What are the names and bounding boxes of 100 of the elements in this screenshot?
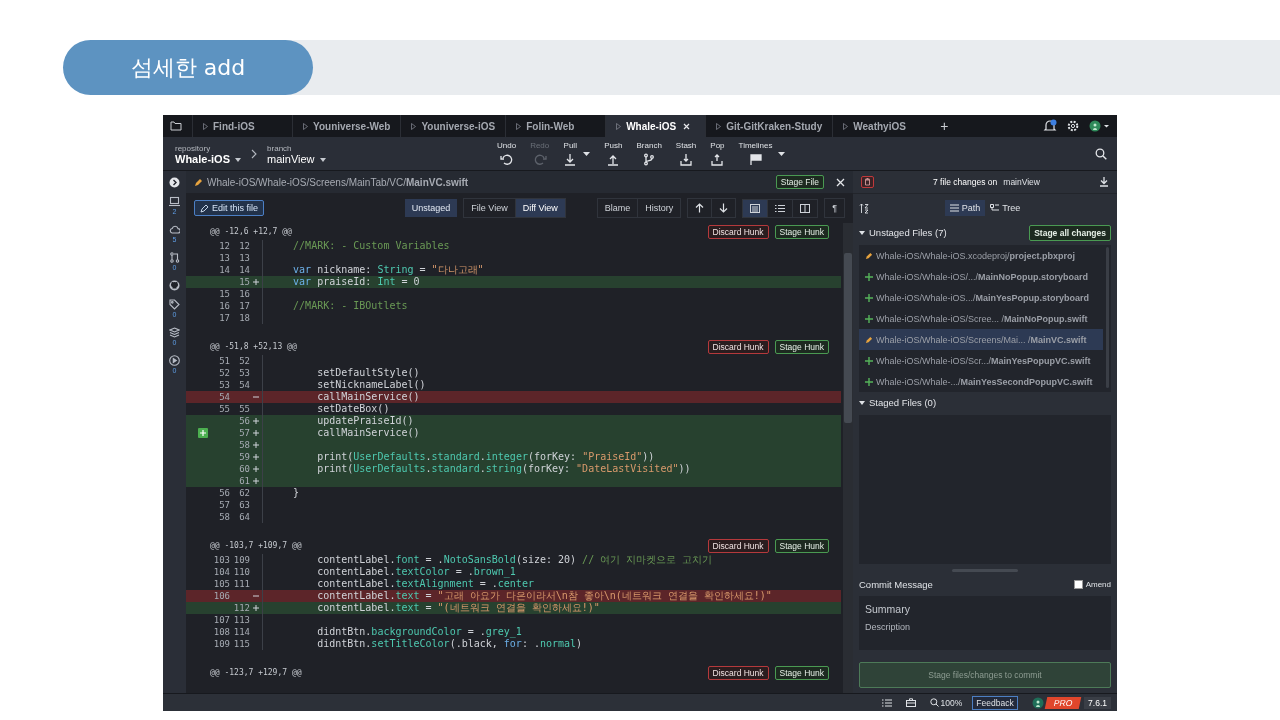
discard-hunk-button[interactable]: Discard Hunk [707, 339, 769, 354]
code-line: //MARK: - IBOutlets [292, 300, 408, 311]
new-line-number: 64 [239, 512, 250, 522]
trash-icon[interactable] [861, 176, 874, 188]
new-line-number: 16 [239, 289, 250, 299]
new-line-number: 61 [239, 476, 250, 486]
old-line-number: 53 [219, 380, 230, 390]
file-item[interactable]: Whale-iOS/Whale-iOS/Scree... /MainNoPopup.swift [859, 308, 1103, 329]
stage-file-button[interactable]: Stage File [775, 175, 824, 189]
summary-field[interactable]: Summary [865, 602, 1105, 616]
file-item[interactable]: Whale-iOS/Whale-.../MainYesSecondPopupVC.swift [859, 371, 1103, 392]
toolbar-button[interactable]: Branch [632, 141, 666, 166]
undo-icon [499, 153, 514, 166]
pull-request-icon[interactable] [169, 252, 180, 263]
file-item[interactable]: Whale-iOS/Whale-iOS.xcodeproj/project.pbxproj [859, 245, 1103, 266]
discard-hunk-button[interactable]: Discard Hunk [707, 665, 769, 680]
tag-icon[interactable] [169, 299, 180, 310]
section-toggle[interactable]: Staged Files (0) [859, 397, 937, 408]
new-line-number: 110 [233, 567, 250, 577]
edit-file-button[interactable]: Edit this file [194, 200, 265, 216]
section-toggle[interactable]: Unstaged Files (7) [859, 227, 947, 238]
new-line-number: 58 [239, 440, 250, 450]
version-label: 7.6.1 [1084, 696, 1111, 709]
new-line-number: 52 [239, 356, 250, 366]
close-tab-icon[interactable] [683, 122, 691, 130]
toolbar-button[interactable]: Stash [671, 141, 701, 166]
repo-tab[interactable]: Whale-iOS [605, 115, 706, 137]
new-line-number: 55 [239, 404, 250, 414]
download-arrow-icon [563, 153, 578, 166]
lines-icon [949, 204, 959, 212]
feedback-button[interactable]: Feedback [972, 695, 1018, 710]
list-mode-tab[interactable]: Path [944, 200, 986, 216]
toolbar-button[interactable]: Pop [706, 141, 729, 166]
code-line: didntBtn.setTitleColor(.black, for: .normal) [316, 638, 583, 649]
amend-checkbox[interactable]: Amend [1073, 579, 1111, 589]
laptop-icon[interactable] [169, 196, 180, 207]
new-line-number: 57 [239, 428, 250, 438]
list-icon[interactable] [881, 698, 892, 707]
pro-badge: PRO [1044, 696, 1082, 709]
notification-bell-icon[interactable] [1043, 119, 1057, 133]
settings-icon[interactable] [1067, 120, 1079, 132]
layout-toggle[interactable] [743, 199, 768, 217]
new-line-number: 54 [239, 380, 250, 390]
stage-hunk-button[interactable]: Stage Hunk [774, 538, 829, 553]
panel-toggle-icon[interactable] [169, 177, 180, 188]
file-item[interactable]: Whale-iOS/Whale-iOS.../MainYesPopup.storyboard [859, 287, 1103, 308]
dropdown-caret-icon[interactable] [778, 151, 786, 156]
new-line-number: 13 [239, 253, 250, 263]
avatar-menu-icon[interactable] [1089, 120, 1111, 132]
branch-selector[interactable]: branch mainView [267, 142, 326, 165]
repository-selector[interactable]: repository Whale-iOS [175, 142, 242, 165]
old-line-number: 51 [219, 356, 230, 366]
new-line-number: 14 [239, 265, 250, 275]
old-line-number: 57 [219, 500, 230, 510]
search-icon[interactable] [1095, 147, 1107, 160]
stage-all-button[interactable]: Stage all changes [1029, 224, 1111, 241]
toolbar-button[interactable]: Timelines [734, 141, 777, 166]
file-item[interactable]: Whale-iOS/Whale-iOS/.../MainNoPopup.storyboard [859, 266, 1103, 287]
cloud-icon[interactable] [169, 224, 180, 235]
hunk-header: @@ -123,7 +129,7 @@ [210, 668, 302, 677]
list-mode-tab[interactable]: Tree [985, 200, 1026, 216]
code-line: setDateBox() [316, 403, 390, 414]
plus-icon [253, 466, 259, 472]
stage-line-button[interactable] [198, 428, 208, 438]
close-icon[interactable] [836, 177, 845, 187]
toolbar-button[interactable]: Undo [493, 141, 521, 166]
folder-icon[interactable] [170, 121, 182, 131]
play-circle-icon[interactable] [169, 355, 180, 366]
file-item[interactable]: Whale-iOS/Whale-iOS/Screens/Mai... /MainVC.swift [859, 329, 1103, 350]
stage-hunk-button[interactable]: Stage Hunk [774, 224, 829, 239]
plus-icon [865, 293, 873, 302]
discard-hunk-button[interactable]: Discard Hunk [707, 224, 769, 239]
avatar-icon[interactable] [1031, 696, 1044, 709]
layers-icon[interactable] [169, 327, 180, 338]
dropdown-caret-icon[interactable] [583, 151, 591, 156]
new-line-number: 15 [239, 277, 250, 287]
toolbar-button[interactable]: Push [600, 141, 627, 166]
tray-out-icon [710, 153, 725, 166]
hunk-header: @@ -103,7 +109,7 @@ [210, 541, 302, 550]
pencil-icon [194, 177, 203, 187]
view-mode-tab[interactable]: Diff View [514, 199, 565, 217]
download-icon[interactable] [1099, 177, 1109, 187]
stage-hunk-button[interactable]: Stage Hunk [774, 339, 829, 354]
stage-hunk-button[interactable]: Stage Hunk [774, 665, 829, 680]
new-tab-button[interactable]: + [932, 118, 957, 134]
old-line-number: 56 [219, 488, 230, 498]
scrollbar[interactable] [843, 223, 853, 693]
description-field[interactable]: Description [865, 622, 1105, 636]
toolbar-button[interactable]: Pull [559, 141, 582, 166]
old-line-number: 58 [219, 512, 230, 522]
arrow-down-icon [719, 203, 729, 213]
upload-arrow-icon [606, 153, 621, 166]
branch-name: mainView [1003, 177, 1040, 187]
sort-icon[interactable] [859, 202, 869, 214]
discard-hunk-button[interactable]: Discard Hunk [707, 538, 769, 553]
plus-icon [865, 356, 873, 365]
briefcase-icon[interactable] [905, 698, 916, 707]
zoom-level[interactable]: 100% [929, 697, 963, 708]
file-item[interactable]: Whale-iOS/Whale-iOS/Scr.../MainYesPopupVC.swift [859, 350, 1103, 371]
new-line-number: 53 [239, 368, 250, 378]
